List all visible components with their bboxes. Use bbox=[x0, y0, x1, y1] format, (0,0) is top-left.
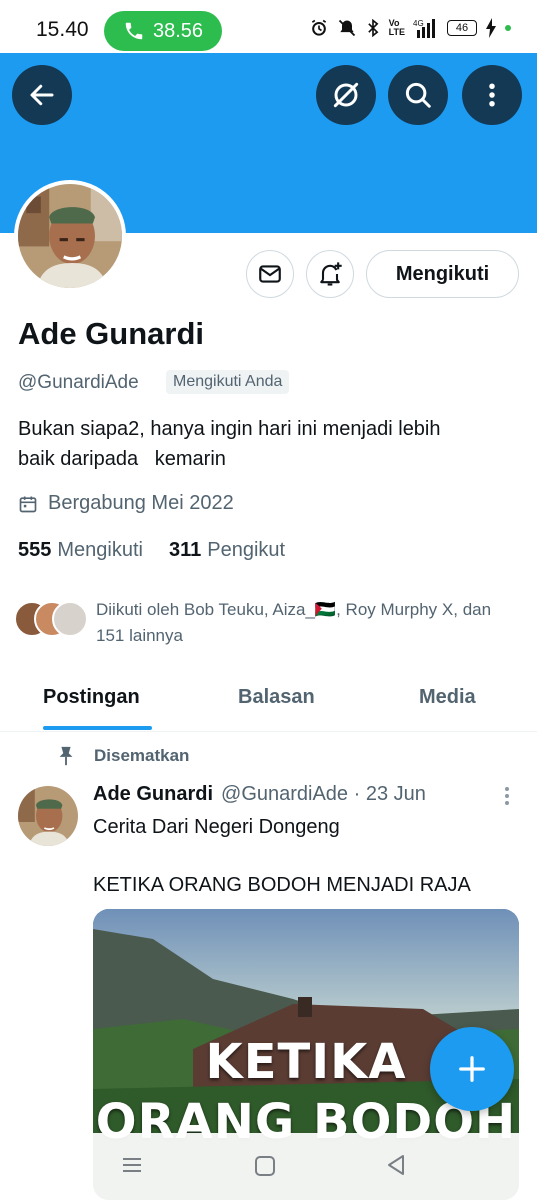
following-count: 555 bbox=[18, 539, 52, 561]
more-button[interactable] bbox=[462, 65, 522, 125]
envelope-icon bbox=[259, 265, 281, 283]
calendar-icon bbox=[19, 496, 37, 512]
signal-4g-icon: 4G bbox=[413, 19, 435, 38]
pinned-label: Disematkan bbox=[56, 745, 189, 767]
following-button[interactable]: Mengikuti bbox=[366, 250, 519, 298]
following-label: Mengikuti bbox=[57, 539, 143, 561]
back-button[interactable] bbox=[12, 65, 72, 125]
svg-text:4G: 4G bbox=[413, 19, 424, 28]
volte-icon: Vo LTE bbox=[388, 18, 405, 37]
followers-link[interactable]: 311 Pengikut bbox=[169, 539, 285, 562]
join-date-text: Bergabung Mei 2022 bbox=[48, 492, 234, 514]
mute-icon bbox=[338, 19, 355, 37]
tab-media[interactable]: Media bbox=[419, 686, 476, 709]
pinned-text: Disematkan bbox=[94, 746, 190, 765]
privacy-dot bbox=[505, 25, 511, 31]
followers-count: 311 bbox=[168, 539, 202, 561]
post-author-meta: @GunardiAde · 23 Jun bbox=[221, 783, 426, 805]
recents-icon bbox=[123, 1158, 141, 1172]
bluetooth-icon bbox=[367, 18, 379, 38]
profile-photo bbox=[18, 184, 122, 288]
avatar bbox=[52, 601, 88, 637]
post-author-name[interactable]: Ade Gunardi bbox=[93, 783, 213, 806]
bell-plus-icon bbox=[320, 262, 342, 286]
following-link[interactable]: 555 Mengikuti bbox=[18, 539, 143, 562]
more-vertical-icon bbox=[505, 787, 509, 805]
post-text: Cerita Dari Negeri Dongeng KETIKA ORANG … bbox=[93, 816, 471, 896]
follows-you-badge: Mengikuti Anda bbox=[166, 370, 290, 394]
back-triangle-icon bbox=[388, 1155, 404, 1175]
followers-avatars bbox=[14, 597, 88, 637]
phone-icon bbox=[125, 22, 143, 40]
post-more-button[interactable] bbox=[500, 784, 514, 813]
back-nav-button[interactable] bbox=[385, 1153, 407, 1182]
pin-icon bbox=[59, 746, 73, 766]
tab-posts[interactable]: Postingan bbox=[43, 686, 140, 709]
recents-button[interactable] bbox=[120, 1153, 144, 1182]
arrow-left-icon bbox=[30, 84, 54, 106]
charging-icon bbox=[486, 18, 496, 38]
status-icons: Vo LTE 4G 46 bbox=[309, 18, 511, 38]
more-vertical-icon bbox=[489, 83, 495, 107]
search-icon bbox=[405, 82, 431, 108]
grok-icon bbox=[333, 82, 359, 108]
system-nav-bar bbox=[0, 1133, 537, 1200]
plus-icon bbox=[459, 1056, 485, 1082]
author-photo bbox=[18, 786, 78, 846]
profile-avatar[interactable] bbox=[14, 180, 126, 292]
followed-by[interactable]: Diikuti oleh Bob Teuku, Aiza_🇵🇸, Roy Mur… bbox=[14, 597, 516, 649]
search-button[interactable] bbox=[388, 65, 448, 125]
join-date: Bergabung Mei 2022 bbox=[18, 492, 234, 515]
alarm-icon bbox=[311, 19, 326, 36]
compose-post-button[interactable] bbox=[430, 1027, 514, 1111]
post-header: Ade Gunardi @GunardiAde · 23 Jun bbox=[93, 783, 426, 806]
grok-button[interactable] bbox=[316, 65, 376, 125]
message-button[interactable] bbox=[246, 250, 294, 298]
profile-tabs: Postingan Balasan Media bbox=[0, 672, 537, 732]
profile-handle: @GunardiAde bbox=[18, 372, 139, 393]
ongoing-call-chip[interactable]: 38.56 bbox=[104, 11, 222, 51]
call-duration: 38.56 bbox=[152, 19, 204, 42]
followed-by-text: Diikuti oleh Bob Teuku, Aiza_🇵🇸, Roy Mur… bbox=[96, 600, 492, 645]
tab-replies[interactable]: Balasan bbox=[238, 686, 315, 709]
follow-counts: 555 Mengikuti 311 Pengikut bbox=[18, 539, 285, 562]
profile-name: Ade Gunardi bbox=[18, 316, 205, 351]
home-button[interactable] bbox=[254, 1153, 276, 1182]
followers-label: Pengikut bbox=[207, 539, 286, 561]
battery-level: 46 bbox=[455, 22, 469, 34]
profile-bio: Bukan siapa2, hanya ingin hari ini menja… bbox=[18, 418, 441, 470]
home-icon bbox=[255, 1156, 275, 1176]
status-time: 15.40 bbox=[36, 18, 89, 41]
battery-icon: 46 bbox=[447, 20, 477, 36]
post-author-avatar[interactable] bbox=[18, 786, 78, 846]
status-bar: 15.40 38.56 Vo LTE 4G 46 bbox=[0, 0, 537, 60]
notify-button[interactable] bbox=[306, 250, 354, 298]
active-tab-indicator bbox=[43, 726, 152, 730]
